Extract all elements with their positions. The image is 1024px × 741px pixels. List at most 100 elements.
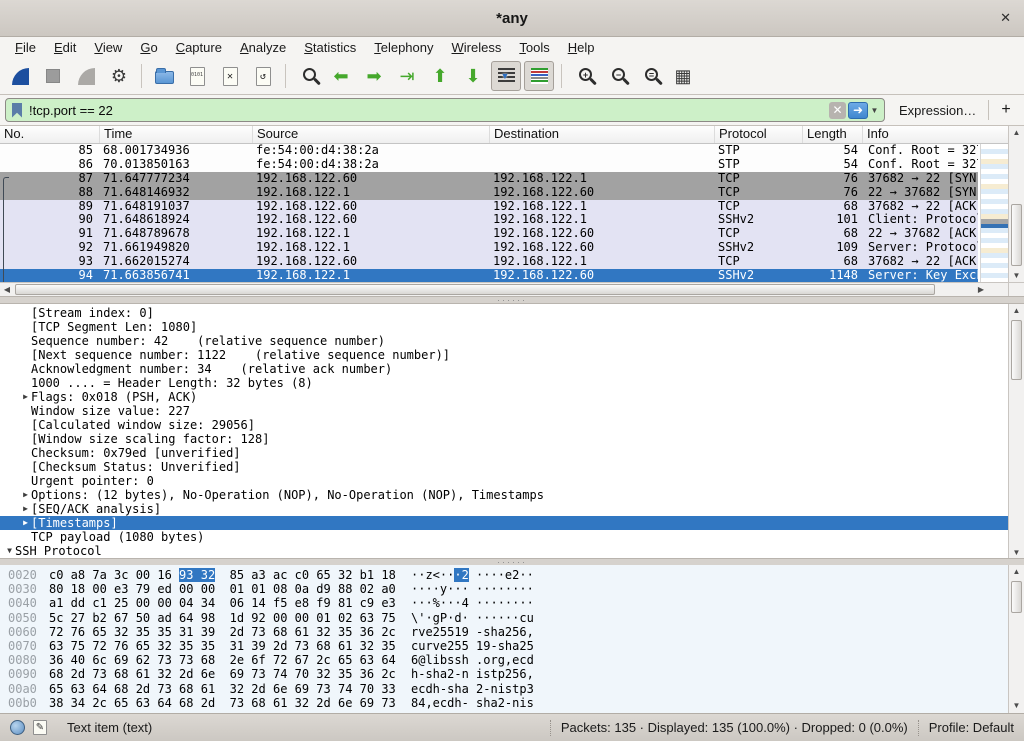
detail-line[interactable]: ▶Flags: 0x018 (PSH, ACK)	[0, 390, 1008, 404]
packet-row[interactable]: 9271.661949820192.168.122.1192.168.122.6…	[0, 241, 978, 255]
hex-row[interactable]: 009068 2d 73 68 61 32 2d 6e 69 73 74 70 …	[0, 667, 1008, 681]
packet-row[interactable]: 9071.648618924192.168.122.60192.168.122.…	[0, 213, 978, 227]
restart-capture-button[interactable]	[71, 61, 101, 91]
expand-icon[interactable]: ▶	[20, 502, 31, 516]
scrollbar-thumb[interactable]	[1011, 581, 1022, 613]
hex-row[interactable]: 0040a1 dd c1 25 00 00 04 34 06 14 f5 e8 …	[0, 596, 1008, 610]
menu-file[interactable]: File	[6, 38, 45, 57]
profile-selector[interactable]: Profile: Default	[929, 720, 1014, 735]
scroll-up-arrow-icon[interactable]: ▲	[1009, 565, 1024, 579]
detail-line[interactable]: ▼SSH Protocol	[0, 544, 1008, 558]
detail-line[interactable]: [TCP Segment Len: 1080]	[0, 320, 1008, 334]
detail-line[interactable]: [Next sequence number: 1122 (relative se…	[0, 348, 1008, 362]
open-capture-button[interactable]	[149, 61, 179, 91]
column-header-destination[interactable]: Destination	[490, 126, 715, 143]
expression-button[interactable]: Expression…	[899, 103, 976, 118]
column-header-no[interactable]: No.	[0, 126, 100, 143]
hex-bytes[interactable]: a1 dd c1 25 00 00 04 34 06 14 f5 e8 f9 8…	[49, 596, 397, 610]
menu-go[interactable]: Go	[131, 38, 166, 57]
detail-line[interactable]: [Window size scaling factor: 128]	[0, 432, 1008, 446]
packet-row[interactable]: 8971.648191037192.168.122.60192.168.122.…	[0, 200, 978, 214]
detail-line[interactable]: ▶Options: (12 bytes), No-Operation (NOP)…	[0, 488, 1008, 502]
hex-ascii[interactable]: h-sha2-n istp256,	[411, 667, 534, 681]
bytes-vscrollbar[interactable]: ▲ ▼	[1008, 565, 1024, 713]
hex-bytes[interactable]: 63 75 72 76 65 32 35 35 31 39 2d 73 68 6…	[49, 639, 397, 653]
scroll-left-arrow-icon[interactable]: ◀	[0, 283, 14, 296]
detail-line[interactable]: [Calculated window size: 29056]	[0, 418, 1008, 432]
find-packet-button[interactable]	[293, 61, 323, 91]
scrollbar-thumb[interactable]	[1011, 204, 1022, 266]
detail-line[interactable]: ▶[SEQ/ACK analysis]	[0, 502, 1008, 516]
auto-scroll-button[interactable]	[491, 61, 521, 91]
detail-line[interactable]: Checksum: 0x79ed [unverified]	[0, 446, 1008, 460]
packet-row[interactable]: 9171.648789678192.168.122.1192.168.122.6…	[0, 227, 978, 241]
scroll-up-arrow-icon[interactable]: ▲	[1009, 304, 1024, 318]
filter-history-dropdown[interactable]: ▼	[868, 106, 881, 115]
resize-columns-button[interactable]: ▦	[668, 61, 698, 91]
packet-list-hscrollbar[interactable]: ◀ ▶	[0, 282, 1008, 296]
expert-info-icon[interactable]	[10, 720, 25, 735]
packet-list-vscrollbar[interactable]: ▲ ▼	[1008, 126, 1024, 283]
detail-line[interactable]: Window size value: 227	[0, 404, 1008, 418]
intelligent-scrollbar-minimap[interactable]	[980, 144, 1008, 283]
hex-ascii[interactable]: 6@libssh .org,ecd	[411, 653, 534, 667]
hex-ascii[interactable]: ecdh-sha 2-nistp3	[411, 682, 534, 696]
display-filter-input[interactable]	[29, 103, 829, 118]
add-filter-button[interactable]: +	[988, 100, 1010, 120]
go-to-packet-button[interactable]: ⇥	[392, 61, 422, 91]
expand-icon[interactable]: ▶	[20, 516, 31, 530]
menu-help[interactable]: Help	[559, 38, 604, 57]
go-back-button[interactable]: ⬅	[326, 61, 356, 91]
hex-ascii[interactable]: rve25519 -sha256,	[411, 625, 534, 639]
go-first-button[interactable]: ⬆	[425, 61, 455, 91]
packet-row[interactable]: 9371.662015274192.168.122.60192.168.122.…	[0, 255, 978, 269]
detail-line[interactable]: [Stream index: 0]	[0, 306, 1008, 320]
detail-line[interactable]: ▶SSH Version 2 (encryption:chacha20-poly…	[0, 558, 1008, 559]
collapse-icon[interactable]: ▼	[4, 544, 15, 558]
hex-row[interactable]: 00a065 63 64 68 2d 73 68 61 32 2d 6e 69 …	[0, 682, 1008, 696]
zoom-out-button[interactable]: −	[602, 61, 632, 91]
detail-line[interactable]: Sequence number: 42 (relative sequence n…	[0, 334, 1008, 348]
scroll-down-arrow-icon[interactable]: ▼	[1009, 546, 1024, 559]
hex-row[interactable]: 003080 18 00 e3 79 ed 00 00 01 01 08 0a …	[0, 582, 1008, 596]
column-header-source[interactable]: Source	[253, 126, 490, 143]
filter-bookmark-icon[interactable]	[12, 103, 22, 118]
hex-row[interactable]: 00b038 34 2c 65 63 64 68 2d 73 68 61 32 …	[0, 696, 1008, 710]
detail-line[interactable]: [Checksum Status: Unverified]	[0, 460, 1008, 474]
menu-edit[interactable]: Edit	[45, 38, 85, 57]
expand-icon[interactable]: ▶	[20, 488, 31, 502]
scroll-down-arrow-icon[interactable]: ▼	[1009, 269, 1024, 283]
save-capture-button[interactable]: 0101	[182, 61, 212, 91]
menu-statistics[interactable]: Statistics	[295, 38, 365, 57]
hex-row[interactable]: 00505c 27 b2 67 50 ad 64 98 1d 92 00 00 …	[0, 611, 1008, 625]
packet-row[interactable]: 8771.647777234192.168.122.60192.168.122.…	[0, 172, 978, 186]
hex-bytes[interactable]: 38 34 2c 65 63 64 68 2d 73 68 61 32 2d 6…	[49, 696, 397, 710]
display-filter-box[interactable]: ✕ ➜ ▼	[5, 98, 885, 122]
go-last-button[interactable]: ⬇	[458, 61, 488, 91]
hex-row[interactable]: 007063 75 72 76 65 32 35 35 31 39 2d 73 …	[0, 639, 1008, 653]
scroll-up-arrow-icon[interactable]: ▲	[1009, 126, 1024, 140]
expand-icon[interactable]: ▶	[20, 558, 31, 559]
scroll-down-arrow-icon[interactable]: ▼	[1009, 699, 1024, 713]
menu-telephony[interactable]: Telephony	[365, 38, 442, 57]
column-header-info[interactable]: Info	[863, 126, 1008, 143]
hex-ascii[interactable]: \'·gP·d· ······cu	[411, 611, 534, 625]
hex-ascii[interactable]: ···%···4 ········	[411, 596, 534, 610]
hex-bytes[interactable]: 5c 27 b2 67 50 ad 64 98 1d 92 00 00 01 0…	[49, 611, 397, 625]
hex-bytes[interactable]: 36 40 6c 69 62 73 73 68 2e 6f 72 67 2c 6…	[49, 653, 397, 667]
detail-line[interactable]: ▶[Timestamps]	[0, 516, 1008, 530]
detail-line[interactable]: 1000 .... = Header Length: 32 bytes (8)	[0, 376, 1008, 390]
packet-row[interactable]: 8568.001734936fe:54:00:d4:38:2aSTP54Conf…	[0, 144, 978, 158]
menu-view[interactable]: View	[85, 38, 131, 57]
expand-icon[interactable]: ▶	[20, 390, 31, 404]
menu-tools[interactable]: Tools	[510, 38, 558, 57]
hex-ascii[interactable]: curve255 19-sha25	[411, 639, 534, 653]
hex-bytes[interactable]: 68 2d 73 68 61 32 2d 6e 69 73 74 70 32 3…	[49, 667, 397, 681]
colorize-button[interactable]	[524, 61, 554, 91]
filter-clear-button[interactable]: ✕	[829, 102, 846, 119]
hex-bytes[interactable]: 80 18 00 e3 79 ed 00 00 01 01 08 0a d9 8…	[49, 582, 397, 596]
menu-capture[interactable]: Capture	[167, 38, 231, 57]
menu-analyze[interactable]: Analyze	[231, 38, 295, 57]
hex-bytes[interactable]: 65 63 64 68 2d 73 68 61 32 2d 6e 69 73 7…	[49, 682, 397, 696]
hex-bytes[interactable]: c0 a8 7a 3c 00 16 93 32 85 a3 ac c0 65 3…	[49, 568, 397, 582]
